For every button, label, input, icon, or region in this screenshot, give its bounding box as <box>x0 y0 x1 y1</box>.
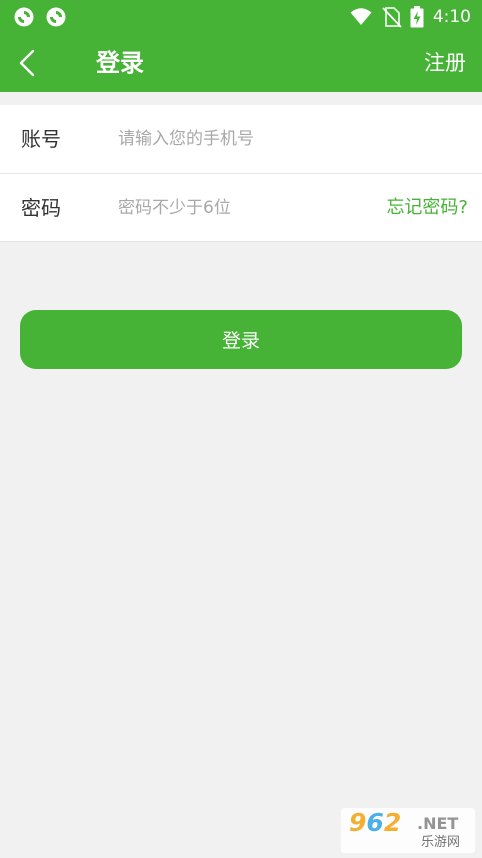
status-time: 4:10 <box>432 7 471 27</box>
notification-icons <box>14 7 66 27</box>
password-input[interactable] <box>118 193 358 223</box>
watermark-digits: 962 <box>349 809 401 837</box>
watermark-digit: 9 <box>349 808 367 837</box>
account-row: 账号 <box>0 105 482 173</box>
app-bar: 登录 注册 <box>0 34 482 92</box>
battery-charging-icon <box>410 6 424 28</box>
register-link[interactable]: 注册 <box>424 48 466 78</box>
page-title: 登录 <box>96 49 144 77</box>
login-form: 账号 密码 忘记密码? <box>0 105 482 242</box>
account-input[interactable] <box>118 124 358 154</box>
status-bar: 4:10 <box>0 0 482 34</box>
watermark-digit: 2 <box>383 808 402 837</box>
sync-icon <box>14 7 34 27</box>
sync-icon <box>46 7 66 27</box>
watermark-digit: 6 <box>366 808 384 837</box>
password-label: 密码 <box>21 196 61 220</box>
account-label: 账号 <box>21 127 61 151</box>
login-button[interactable]: 登录 <box>20 310 462 369</box>
watermark-suffix: .NET <box>417 814 459 833</box>
watermark-logo: 962 .NET 乐游网 <box>341 808 475 853</box>
forgot-password-link[interactable]: 忘记密码? <box>386 194 468 222</box>
wifi-icon <box>350 8 372 25</box>
chevron-left-icon <box>19 49 35 77</box>
no-sim-icon <box>382 7 402 28</box>
watermark-subtitle: 乐游网 <box>421 835 461 850</box>
password-row: 密码 忘记密码? <box>0 173 482 241</box>
system-icons: 4:10 <box>350 6 471 28</box>
back-button[interactable] <box>12 46 46 80</box>
